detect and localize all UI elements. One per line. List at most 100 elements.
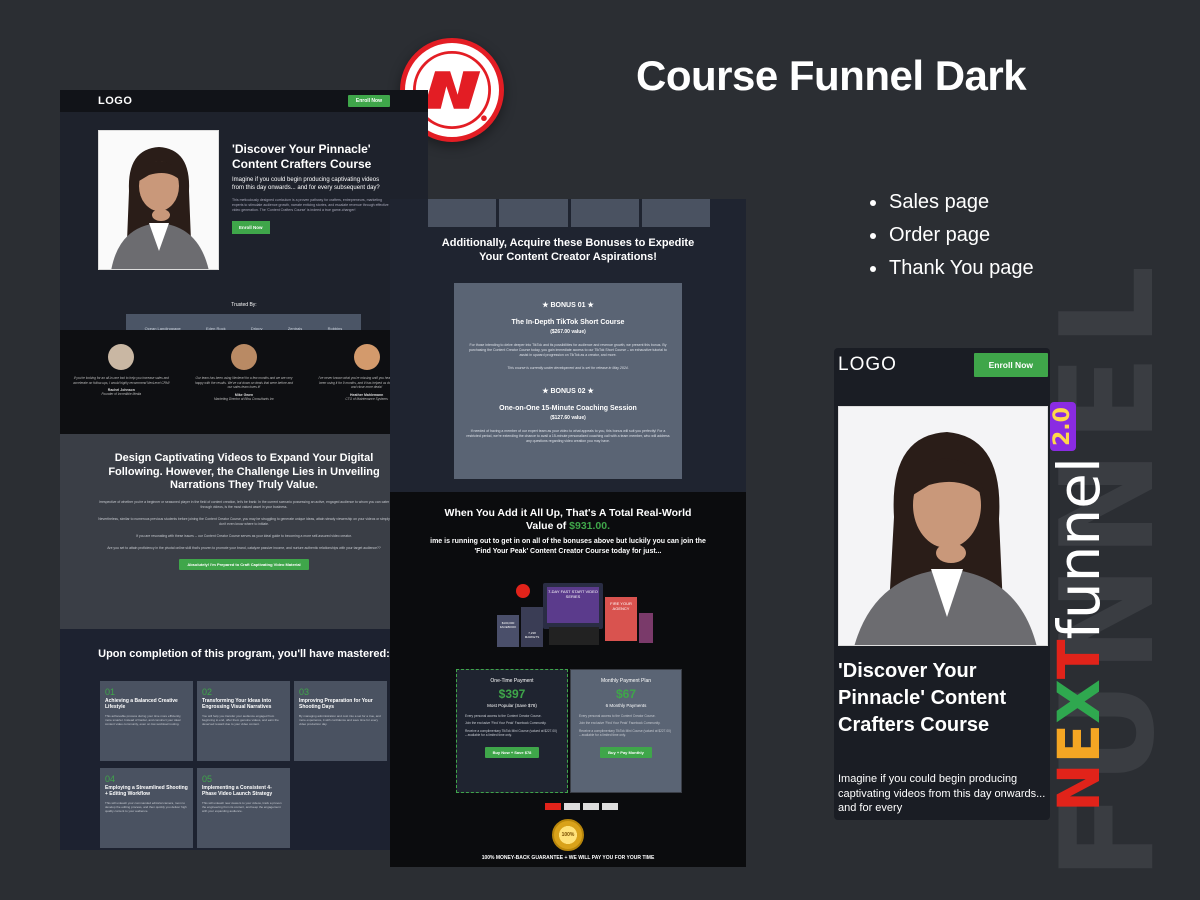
feature-item: Order page: [870, 219, 1034, 252]
bonus-desc: If needed of having a member of our expe…: [466, 429, 670, 443]
bundle-box-label: FIRE YOUR AGENCY: [610, 601, 632, 611]
avatar: [108, 344, 135, 370]
design-title: Design Captivating Videos to Expand Your…: [108, 452, 380, 491]
design-paragraph: If you are resonating with these issues …: [136, 533, 352, 538]
mobile-nav: LOGO Enroll Now: [834, 348, 1050, 382]
card-icon: [602, 803, 618, 810]
plan-feature: Join the exclusive 'Find Your Peak' Face…: [465, 721, 547, 726]
testimonial-card: If you're looking for an all-in-one tool…: [71, 344, 171, 434]
design-cta-button[interactable]: Absolutely! I'm Prepared to Craft Captiv…: [179, 558, 309, 570]
hero-photo: [98, 130, 219, 270]
buy-now-button[interactable]: Buy Now + Save $78: [484, 746, 540, 758]
testimonial-role: Founder of Incredible Media: [101, 392, 142, 396]
feature-item: Thank You page: [870, 252, 1034, 285]
plan-feature: Receive a complimentary TikTok Mini Cour…: [579, 728, 671, 738]
bundle-box-label: $100,000 FACEBOOK: [499, 621, 517, 629]
card-desc: By managing administration and cost into…: [299, 714, 381, 727]
avatar: [353, 344, 380, 370]
card-title: Transforming Your Ideas into Engrossing …: [202, 698, 272, 710]
plan-type: Monthly Payment Plan: [600, 678, 652, 684]
plan-price: $67: [615, 687, 637, 701]
mastered-card: 03 Improving Preparation for Your Shooti…: [294, 681, 387, 761]
mobile-enroll-button[interactable]: Enroll Now: [973, 353, 1048, 377]
bonus-label: ★ BONUS 01 ★: [542, 302, 594, 309]
mobile-logo: LOGO: [838, 354, 897, 375]
avatar: [230, 344, 257, 370]
plan-sub: Most Popular (Save $78): [487, 703, 537, 708]
bonus-box: ★ BONUS 01 ★ The In-Depth TikTok Short C…: [454, 283, 682, 479]
bonus-section: Additionally, Acquire these Bonuses to E…: [390, 199, 746, 492]
mastered-section: Upon completion of this program, you'll …: [60, 629, 428, 850]
card-title: Achieving a Balanced Creative Lifestyle: [105, 698, 178, 710]
bundle-box-label: 7-DAY FAST START VIDEO SERIES: [548, 589, 598, 599]
sales-hero-enroll-button[interactable]: Enroll Now: [232, 221, 270, 234]
bonus-value: ($267.00 value): [550, 329, 586, 335]
sales-page-preview: LOGO Enroll Now 'Discover Your Pinnacle'…: [60, 90, 428, 850]
brand-letter: X: [1045, 679, 1113, 724]
card-number: 05: [202, 774, 213, 784]
page-title: Course Funnel Dark: [636, 52, 1027, 99]
card-number: 02: [202, 687, 213, 697]
card-icon: [583, 803, 599, 810]
order-page-preview: Additionally, Acquire these Bonuses to E…: [390, 199, 746, 867]
card-desc: This will unleash your commanded editori…: [105, 801, 187, 814]
card-number: 01: [105, 687, 116, 697]
testimonial-quote: If you're looking for an all-in-one tool…: [73, 376, 170, 385]
plan-feature: Every personal access to the Content Cre…: [579, 714, 656, 718]
mobile-hero-photo: [838, 406, 1048, 646]
bonus-label: ★ BONUS 02 ★: [542, 388, 594, 395]
plan-sub: 6 Monthly Payments: [605, 703, 647, 708]
sales-logo: LOGO: [98, 95, 133, 107]
mastered-card: 04 Employing a Streamlined Shooting + Ed…: [100, 768, 193, 848]
card-icon: [545, 803, 561, 810]
bonus-desc: For those intending to delve deeper into…: [469, 343, 667, 357]
testimonial-quote: Our team has been using Nexlevel for a f…: [194, 376, 293, 389]
plan-feature: Join the exclusive 'Find Your Peak' Face…: [579, 721, 661, 726]
total-prefix: When You Add it All Up, That's A Total R…: [444, 507, 692, 532]
sales-nav: LOGO Enroll Now: [60, 90, 428, 112]
trusted-label: Trusted By:: [231, 302, 257, 308]
pricing-table: One-Time Payment $397 Most Popular (Save…: [456, 669, 682, 793]
feature-item: Sales page: [870, 186, 1034, 219]
plan-feature: Receive a complimentary TikTok Mini Cour…: [465, 728, 557, 738]
card-desc: This achievable process during your time…: [105, 714, 182, 727]
design-paragraph: Nevertheless, similar to numerous previo…: [98, 516, 390, 526]
brand-letter: T: [1045, 639, 1113, 680]
guarantee-seal-icon: 100%: [552, 819, 584, 851]
card-title: Employing a Streamlined Shooting + Editi…: [105, 785, 188, 797]
urgency-text: ime is running out to get in on all of t…: [430, 538, 706, 555]
woman-portrait-icon: [839, 407, 1047, 645]
bonus-title: One-on-One 15-Minute Coaching Session: [499, 405, 637, 412]
design-paragraph: Irrespective of whether you're a beginne…: [98, 499, 390, 509]
mobile-page-preview: LOGO Enroll Now 'Discover Your Pinnacle'…: [834, 348, 1050, 820]
buy-monthly-button[interactable]: Buy + Pay Monthly: [600, 746, 652, 758]
mobile-hero-title: 'Discover Your Pinnacle' Content Crafter…: [838, 660, 1007, 736]
total-heading: When You Add it All Up, That's A Total R…: [430, 507, 706, 533]
brand-letter: N: [1045, 763, 1113, 812]
sales-hero-subtitle: Imagine if you could begin producing cap…: [232, 177, 380, 191]
mastered-card: 02 Transforming Your Ideas into Engrossi…: [197, 681, 290, 761]
bonus-heading: Additionally, Acquire these Bonuses to E…: [441, 237, 695, 263]
nextfunnel-brand-text: NEXTfunnel 2.0: [1045, 402, 1113, 812]
brand-letter: E: [1045, 723, 1113, 764]
mastered-card: 01 Achieving a Balanced Creative Lifesty…: [100, 681, 193, 761]
bundle-box-label: 7,238 MARKETS: [524, 631, 540, 639]
mastered-title: Upon completion of this program, you'll …: [98, 648, 390, 660]
sales-enroll-nav-button[interactable]: Enroll Now: [347, 95, 390, 107]
sales-hero: 'Discover Your Pinnacle' Content Crafter…: [60, 112, 428, 342]
woman-portrait-icon: [99, 131, 218, 269]
brand-word: funnel: [1045, 457, 1113, 640]
design-paragraph: Are you set to attain proficiency in the…: [107, 545, 381, 550]
plan-price: $397: [498, 687, 526, 701]
plan-feature: Every personal access to the Content Cre…: [465, 714, 542, 718]
card-desc: This will unleash new viewers to your vi…: [202, 801, 282, 814]
testimonial-card: Our team has been using Nexlevel for a f…: [194, 344, 294, 434]
pricing-plan-monthly: Monthly Payment Plan $67 6 Monthly Payme…: [570, 669, 682, 793]
mastered-card: 05 Implementing a Consistent 4-Phase Vid…: [197, 768, 290, 848]
bonus-title: The In-Depth TikTok Short Course: [511, 319, 625, 326]
bonus-note: This course is currently under developme…: [507, 366, 629, 370]
plan-type: One-Time Payment: [490, 678, 534, 684]
total-value: $931.00.: [569, 520, 611, 532]
mobile-hero-subtitle: Imagine if you could begin producing cap…: [838, 773, 1046, 814]
testimonial-role: Marketing Director at Bliss Consultants …: [213, 396, 275, 401]
